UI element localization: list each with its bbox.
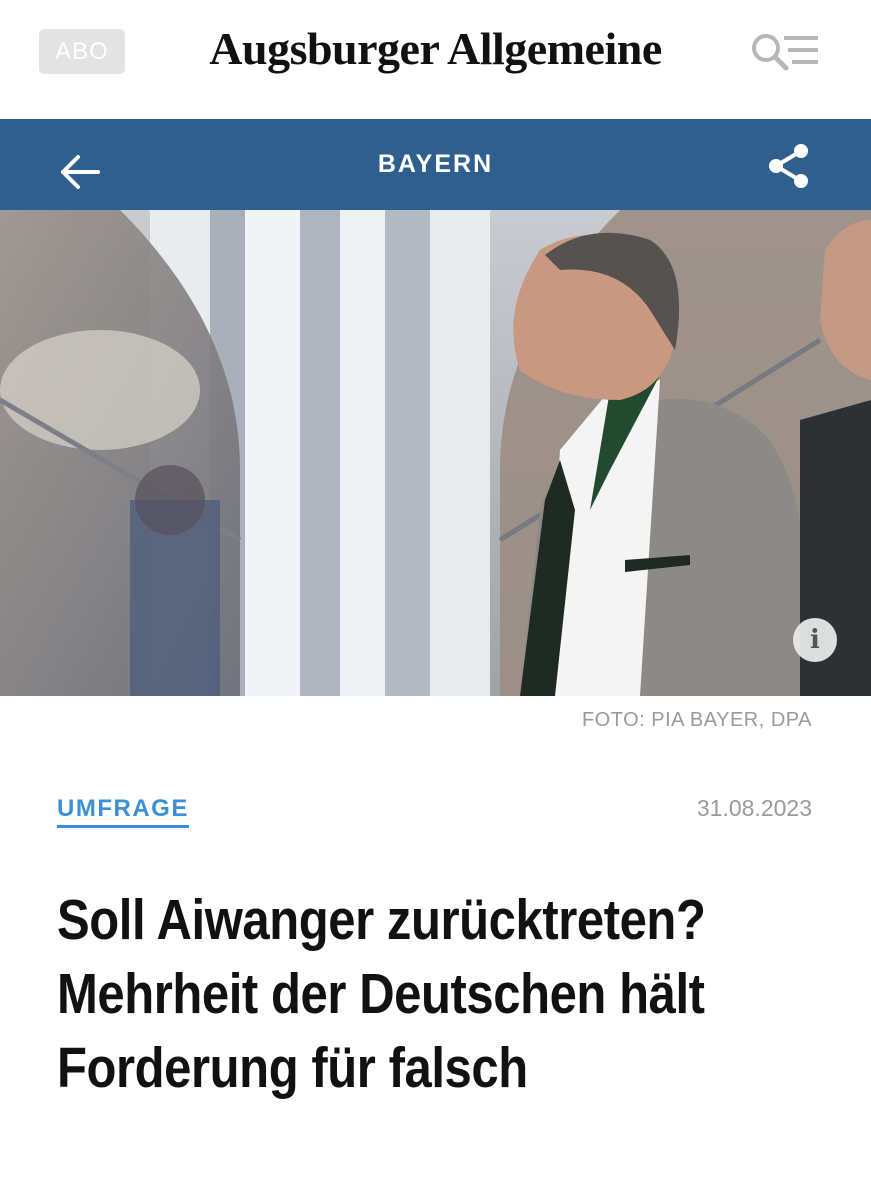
site-logo[interactable]: Augsburger Allgemeine — [0, 22, 871, 75]
hero-image — [0, 210, 871, 696]
top-header: ABO Augsburger Allgemeine — [0, 0, 871, 119]
search-icon — [752, 34, 818, 71]
article-kicker[interactable]: UMFRAGE — [57, 795, 189, 828]
article-headline: Soll Aiwanger zurücktreten? Mehrheit der… — [57, 888, 706, 1100]
photo-credit: FOTO: PIA BAYER, DPA — [581, 709, 812, 731]
image-info-button[interactable]: i — [793, 618, 837, 662]
share-icon — [769, 144, 808, 188]
section-title: BAYERN — [377, 150, 494, 178]
search-menu-button[interactable] — [750, 30, 822, 72]
share-button[interactable] — [764, 140, 814, 192]
article-page: ABO Augsburger Allgemeine BAYERN i FOTO:… — [0, 0, 871, 1200]
menu-icon — [784, 36, 818, 64]
hero-photo[interactable] — [0, 210, 871, 696]
article-date: 31.08.2023 — [696, 795, 812, 821]
